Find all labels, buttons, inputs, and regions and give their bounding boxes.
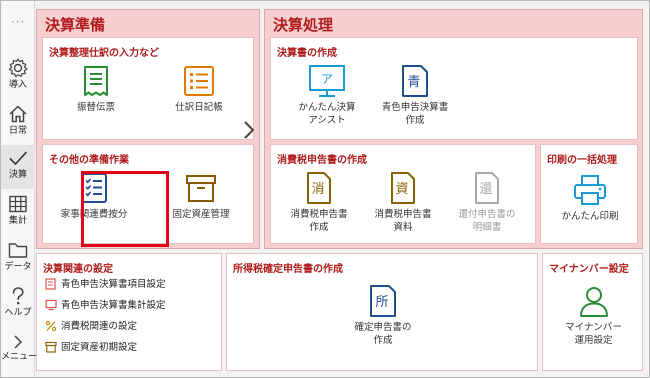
svg-text:消: 消 xyxy=(311,182,324,197)
fixed-asset-label: 固定資産管理 xyxy=(172,209,230,220)
nav-label-help: ヘルプ xyxy=(4,308,32,318)
document-edit-icon xyxy=(45,278,56,290)
nav-item-help[interactable]: ヘルプ xyxy=(1,283,35,327)
main-area: 決算準備 決算整理仕訳の入力など 振替伝票 仕訳日記帳 その他の準備作業 家事関… xyxy=(36,9,643,371)
checklist-icon xyxy=(81,173,107,203)
blue-return-item-settings[interactable]: 青色申告決算書項目設定 xyxy=(45,278,166,292)
nav-label-summary: 集計 xyxy=(8,216,27,226)
chevron-right-icon xyxy=(244,121,255,139)
blue-return-summary-settings[interactable]: 青色申告決算書集計設定 xyxy=(45,299,166,313)
nav-item-summary[interactable]: 集計 xyxy=(1,191,35,235)
document-icon: 青 xyxy=(402,65,428,97)
folder-icon xyxy=(8,243,28,258)
closing-settings-box: 決算関連の設定 青色申告決算書項目設定 青色申告決算書集計設定 消費税関連の設定 xyxy=(36,253,222,371)
home-icon xyxy=(9,105,27,123)
consumption-tax-box: 消費税申告書の作成 消 消費税申告書 作成 資 消費税申告書 資料 還 還付申告… xyxy=(270,144,536,244)
printer-icon xyxy=(574,175,606,205)
nav-label-setup: 導入 xyxy=(8,80,27,90)
easy-print-label: かんたん印刷 xyxy=(561,211,619,222)
household-expense-tile[interactable]: 家事関連費按分 xyxy=(51,171,137,221)
household-expense-label: 家事関連費按分 xyxy=(60,209,128,220)
user-icon xyxy=(579,287,608,317)
table-icon xyxy=(9,195,27,213)
other-prep-title: その他の準備作業 xyxy=(49,155,129,166)
mynumber-settings-tile[interactable]: マイナンバー 運用設定 xyxy=(547,284,640,347)
closing-process-panel: 決算処理 決算書の作成 ア かんたん決算 アシスト 青 青色申告決算書 作成 消… xyxy=(264,9,643,249)
easy-closing-assist-tile[interactable]: ア かんたん決算 アシスト xyxy=(287,64,367,127)
svg-text:所: 所 xyxy=(375,295,388,310)
left-nav: ··· 導入 日常 決算 集計 データ ヘルプ メニュー xyxy=(1,1,38,377)
consumption-tax-settings[interactable]: 消費税関連の設定 xyxy=(45,320,137,334)
chevron-right-icon xyxy=(14,335,23,349)
batch-print-box: 印刷の一括処理 かんたん印刷 xyxy=(540,144,638,244)
batch-print-title: 印刷の一括処理 xyxy=(547,155,617,166)
blue-return-statement-tile[interactable]: 青 青色申告決算書 作成 xyxy=(367,64,463,127)
nav-item-setup[interactable]: 導入 xyxy=(1,55,35,99)
mynumber-box: マイナンバー設定 マイナンバー 運用設定 xyxy=(542,253,643,371)
document-icon: 所 xyxy=(370,285,396,317)
income-tax-title: 所得税確定申告書の作成 xyxy=(233,264,343,275)
financial-docs-box: 決算書の作成 ア かんたん決算 アシスト 青 青色申告決算書 作成 xyxy=(270,37,638,140)
mynumber-settings-label: マイナンバー 運用設定 xyxy=(565,322,622,346)
closing-prep-title: 決算準備 xyxy=(45,16,106,34)
svg-text:ア: ア xyxy=(321,72,333,86)
easy-closing-assist-label: かんたん決算 アシスト xyxy=(298,102,356,126)
refund-statement-tile[interactable]: 還 還付申告書の 明細書 xyxy=(447,171,527,234)
nav-item-daily[interactable]: 日常 xyxy=(1,101,35,145)
box-icon xyxy=(45,341,57,353)
nav-item-closing[interactable]: 決算 xyxy=(1,145,35,189)
nav-more-icon[interactable]: ··· xyxy=(1,15,35,29)
consumption-tax-materials-tile[interactable]: 資 消費税申告書 資料 xyxy=(363,171,443,234)
nav-label-closing: 決算 xyxy=(8,170,27,180)
fixed-asset-tile[interactable]: 固定資産管理 xyxy=(153,171,249,221)
income-tax-box: 所得税確定申告書の作成 所 確定申告書の 作成 xyxy=(226,253,538,371)
document-icon: 還 xyxy=(475,172,499,204)
percent-icon xyxy=(45,320,57,332)
fixed-asset-initial-settings[interactable]: 固定資産初期設定 xyxy=(45,341,137,355)
other-prep-box: その他の準備作業 家事関連費按分 固定資産管理 xyxy=(42,144,254,244)
consumption-tax-return-label: 消費税申告書 作成 xyxy=(290,209,348,233)
document-icon: 消 xyxy=(307,172,331,204)
financial-docs-title: 決算書の作成 xyxy=(277,48,337,59)
checkmark-icon xyxy=(9,151,28,166)
svg-text:資: 資 xyxy=(395,182,408,197)
journal-label: 仕訳日記帳 xyxy=(175,102,223,113)
consumption-tax-return-tile[interactable]: 消 消費税申告書 作成 xyxy=(279,171,359,234)
nav-label-menu: メニュー xyxy=(1,352,38,362)
question-mark-icon xyxy=(12,287,24,305)
mynumber-title: マイナンバー設定 xyxy=(549,264,629,275)
nav-label-data: データ xyxy=(4,262,32,272)
consumption-tax-materials-label: 消費税申告書 資料 xyxy=(374,209,432,233)
document-icon: 資 xyxy=(391,172,415,204)
gear-icon xyxy=(8,58,28,78)
svg-text:青: 青 xyxy=(407,75,420,90)
monitor-icon xyxy=(45,299,57,311)
blue-return-statement-label: 青色申告決算書 作成 xyxy=(381,102,449,126)
list-icon xyxy=(184,66,214,96)
svg-text:還: 還 xyxy=(479,182,492,197)
nav-item-data[interactable]: データ xyxy=(1,237,35,281)
closing-prep-panel: 決算準備 決算整理仕訳の入力など 振替伝票 仕訳日記帳 その他の準備作業 家事関… xyxy=(36,9,260,249)
adjusting-entries-box: 決算整理仕訳の入力など 振替伝票 仕訳日記帳 xyxy=(42,37,254,140)
next-step-arrow[interactable] xyxy=(236,117,262,143)
income-tax-return-label: 確定申告書の 作成 xyxy=(354,322,412,346)
transfer-slip-tile[interactable]: 振替伝票 xyxy=(61,64,131,114)
adjusting-entries-title: 決算整理仕訳の入力など xyxy=(49,48,159,59)
monitor-icon: ア xyxy=(309,65,345,97)
box-icon xyxy=(186,175,216,202)
consumption-tax-title: 消費税申告書の作成 xyxy=(277,155,367,166)
income-tax-return-tile[interactable]: 所 確定申告書の 作成 xyxy=(333,284,433,347)
receipt-icon xyxy=(84,66,108,96)
closing-settings-title: 決算関連の設定 xyxy=(43,264,113,275)
nav-item-menu[interactable]: メニュー xyxy=(1,331,38,375)
nav-label-daily: 日常 xyxy=(8,126,27,136)
closing-process-title: 決算処理 xyxy=(273,16,334,34)
easy-print-tile[interactable]: かんたん印刷 xyxy=(545,173,635,223)
refund-statement-label: 還付申告書の 明細書 xyxy=(458,209,516,233)
journal-tile[interactable]: 仕訳日記帳 xyxy=(159,64,239,114)
transfer-slip-label: 振替伝票 xyxy=(76,102,115,113)
